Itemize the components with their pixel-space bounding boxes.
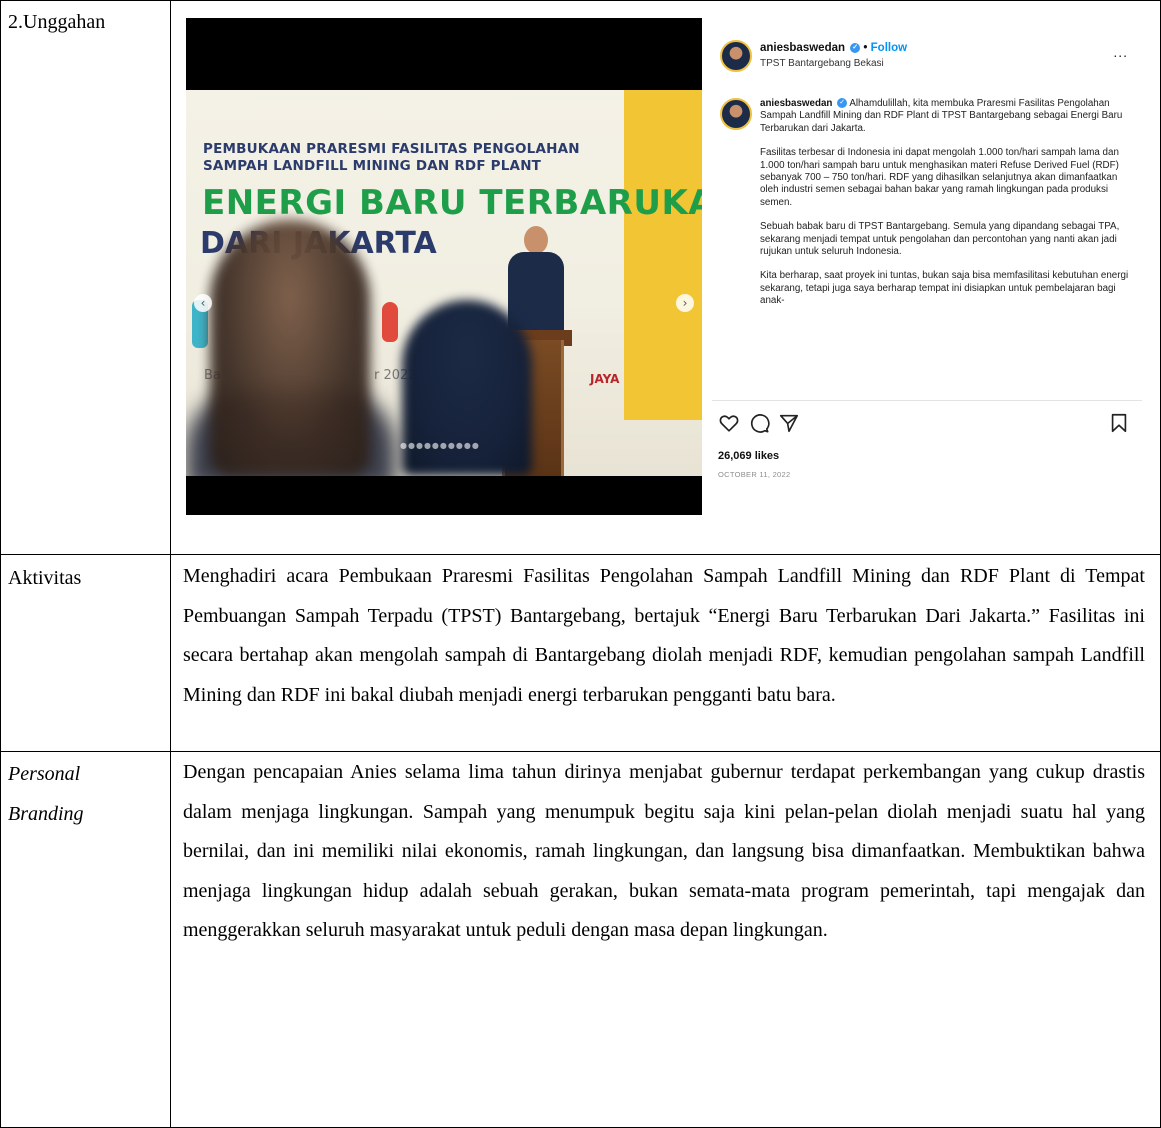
actions-divider	[712, 400, 1142, 401]
row-label-unggahan: 2.Unggahan	[8, 11, 106, 33]
verified-icon: ✓	[850, 42, 861, 53]
caption-username[interactable]: aniesbaswedan	[760, 98, 832, 109]
post-actions	[718, 412, 1128, 436]
table-border-top	[0, 0, 1161, 1]
carousel-next-icon[interactable]: ›	[676, 294, 694, 312]
post-caption: aniesbaswedan ✓ Alhamdulillah, kita memb…	[760, 98, 1132, 396]
audience-blur-head	[210, 220, 370, 476]
banner-subtitle: PEMBUKAAN PRARESMI FASILITAS PENGOLAHAN …	[203, 141, 580, 174]
caption-verified-icon: ✓	[837, 98, 848, 109]
table-border-row1	[0, 554, 1161, 555]
post-photo: PEMBUKAAN PRARESMI FASILITAS PENGOLAHAN …	[186, 18, 702, 515]
row-label-personal: Personal	[8, 763, 81, 785]
carousel-dots[interactable]: ●●●●●●●●●●	[400, 441, 480, 450]
sponsor-logo-jaya: JAYA	[590, 372, 620, 386]
instagram-post-screenshot: PEMBUKAAN PRARESMI FASILITAS PENGOLAHAN …	[186, 18, 1142, 515]
aktivitas-description: Menghadiri acara Pembukaan Praresmi Fasi…	[183, 565, 1145, 706]
avatar[interactable]	[720, 40, 752, 72]
personal-branding-description: Dengan pencapaian Anies selama lima tahu…	[183, 761, 1145, 942]
bookmark-icon[interactable]	[1108, 412, 1130, 434]
share-icon[interactable]	[778, 412, 800, 434]
document-table: 2.Unggahan PEMBUKAAN PRARESMI FASILITAS …	[0, 0, 1161, 1128]
caption-paragraph-2: Fasilitas terbesar di Indonesia ini dapa…	[760, 147, 1119, 208]
table-border-row2	[0, 751, 1161, 752]
event-photo-scene: PEMBUKAAN PRARESMI FASILITAS PENGOLAHAN …	[186, 90, 702, 476]
table-border-left	[0, 0, 1, 1128]
post-header-user: aniesbaswedan ✓ • Follow	[760, 42, 907, 54]
likes-count[interactable]: 26,069 likes	[718, 450, 779, 462]
caption-avatar[interactable]	[720, 98, 752, 130]
heart-icon[interactable]	[718, 412, 740, 434]
apple-illustration	[382, 302, 398, 342]
banner-title: ENERGI BARU TERBARUKAN	[202, 183, 702, 223]
location-link[interactable]: TPST Bantargebang Bekasi	[760, 58, 884, 69]
row-label-aktivitas: Aktivitas	[8, 567, 82, 589]
table-border-middle	[170, 0, 171, 1128]
caption-paragraph-4: Kita berharap, saat proyek ini tuntas, b…	[760, 270, 1129, 307]
comment-icon[interactable]	[748, 412, 770, 434]
row-label-branding: Branding	[8, 803, 84, 825]
carousel-prev-icon[interactable]: ‹	[194, 294, 212, 312]
username-link[interactable]: aniesbaswedan	[760, 42, 845, 54]
follow-button[interactable]: Follow	[871, 42, 907, 54]
post-sidebar: aniesbaswedan ✓ • Follow TPST Bantargeba…	[712, 18, 1142, 515]
more-options-icon[interactable]: ...	[1113, 44, 1128, 60]
caption-paragraph-3: Sebuah babak baru di TPST Bantargebang. …	[760, 221, 1120, 258]
post-date: OCTOBER 11, 2022	[718, 470, 791, 479]
banner-yellow-accent	[624, 90, 702, 420]
separator-dot: •	[863, 42, 868, 54]
